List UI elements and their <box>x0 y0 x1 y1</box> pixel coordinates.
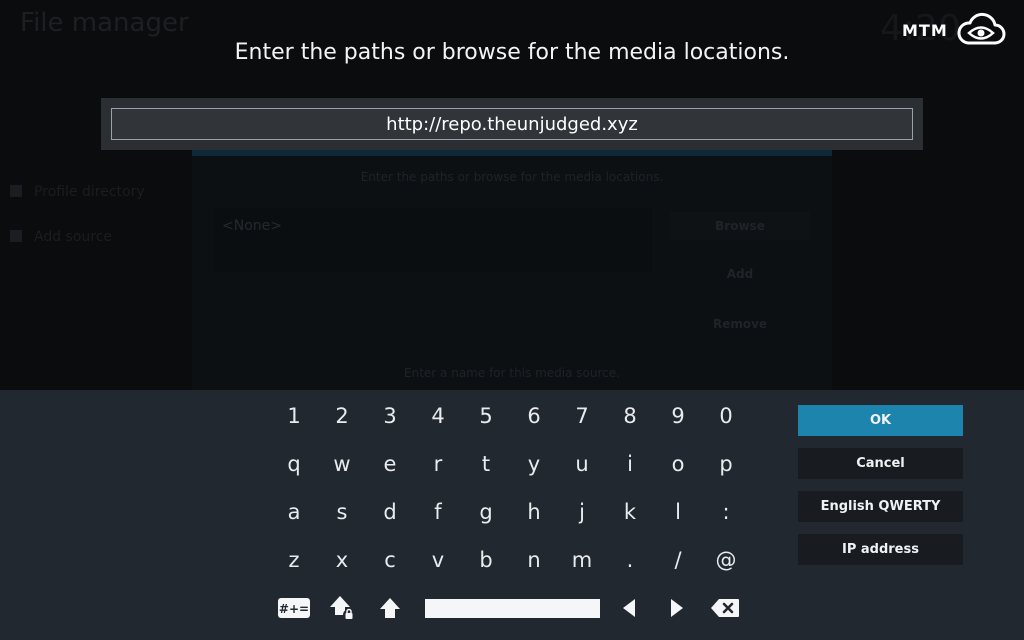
key-3[interactable]: 3 <box>368 394 412 438</box>
bg-remove-button: Remove <box>712 317 768 331</box>
key-8[interactable]: 8 <box>608 394 652 438</box>
key-x[interactable]: x <box>320 538 364 582</box>
cloud-eye-icon <box>957 12 1006 45</box>
add-icon <box>10 230 22 242</box>
key-h[interactable]: h <box>512 490 556 534</box>
folder-icon <box>10 185 22 197</box>
key-5[interactable]: 5 <box>464 394 508 438</box>
url-input[interactable] <box>111 108 913 140</box>
key-1[interactable]: 1 <box>272 394 316 438</box>
bg-dialog: Enter the paths or browse for the media … <box>192 150 832 390</box>
svg-text:#+=: #+= <box>279 602 309 616</box>
ok-button[interactable]: OK <box>798 405 963 436</box>
key-slash[interactable]: / <box>656 538 700 582</box>
key-z[interactable]: z <box>272 538 316 582</box>
key-j[interactable]: j <box>560 490 604 534</box>
url-field-frame <box>101 98 923 150</box>
key-v[interactable]: v <box>416 538 460 582</box>
shift-icon[interactable] <box>368 586 412 630</box>
keyboard-layout-button[interactable]: English QWERTY <box>798 491 963 522</box>
key-t[interactable]: t <box>464 442 508 486</box>
key-4[interactable]: 4 <box>416 394 460 438</box>
key-r[interactable]: r <box>416 442 460 486</box>
key-2[interactable]: 2 <box>320 394 364 438</box>
key-s[interactable]: s <box>320 490 364 534</box>
key-b[interactable]: b <box>464 538 508 582</box>
key-c[interactable]: c <box>368 538 412 582</box>
bg-sidebar-item: Add source <box>10 229 112 245</box>
key-colon[interactable]: : <box>704 490 748 534</box>
key-9[interactable]: 9 <box>656 394 700 438</box>
bg-add-button: Add <box>726 267 754 281</box>
key-period[interactable]: . <box>608 538 652 582</box>
key-f[interactable]: f <box>416 490 460 534</box>
bg-dialog-hint: Enter the paths or browse for the media … <box>360 170 664 184</box>
key-0[interactable]: 0 <box>704 394 748 438</box>
caps-lock-icon[interactable] <box>320 586 364 630</box>
key-e[interactable]: e <box>368 442 412 486</box>
bg-path-value: <None> <box>214 208 652 272</box>
symbols-icon[interactable]: #+= <box>272 586 316 630</box>
brand-logo: MTM <box>902 10 1006 50</box>
backspace-icon[interactable] <box>703 586 747 630</box>
key-6[interactable]: 6 <box>512 394 556 438</box>
bg-name-hint: Enter a name for this media source. <box>404 366 620 380</box>
space-bar[interactable] <box>425 599 600 618</box>
bg-sidebar-item: Profile directory <box>10 184 145 200</box>
ip-address-button[interactable]: IP address <box>798 534 963 565</box>
key-m[interactable]: m <box>560 538 604 582</box>
bg-browse-button: Browse <box>670 212 810 240</box>
key-n[interactable]: n <box>512 538 556 582</box>
key-p[interactable]: p <box>704 442 748 486</box>
key-u[interactable]: u <box>560 442 604 486</box>
key-at[interactable]: @ <box>704 538 748 582</box>
key-d[interactable]: d <box>368 490 412 534</box>
key-l[interactable]: l <box>656 490 700 534</box>
brand-text: MTM <box>902 20 948 40</box>
key-y[interactable]: y <box>512 442 556 486</box>
cancel-button[interactable]: Cancel <box>798 448 963 479</box>
key-k[interactable]: k <box>608 490 652 534</box>
bg-dialog-bar <box>192 150 832 156</box>
arrow-left-icon[interactable] <box>607 586 651 630</box>
arrow-right-icon[interactable] <box>655 586 699 630</box>
key-a[interactable]: a <box>272 490 316 534</box>
onscreen-keyboard: #+= OK Cancel English QWERTY IP address … <box>0 390 1024 640</box>
bg-window-title: File manager <box>20 8 189 38</box>
key-7[interactable]: 7 <box>560 394 604 438</box>
key-i[interactable]: i <box>608 442 652 486</box>
key-w[interactable]: w <box>320 442 364 486</box>
key-o[interactable]: o <box>656 442 700 486</box>
key-q[interactable]: q <box>272 442 316 486</box>
key-g[interactable]: g <box>464 490 508 534</box>
dialog-heading: Enter the paths or browse for the media … <box>234 40 790 65</box>
